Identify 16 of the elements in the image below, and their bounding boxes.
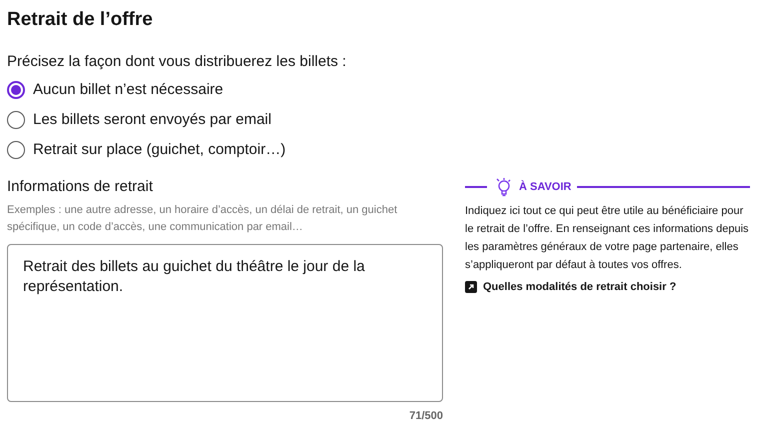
question-label: Précisez la façon dont vous distribuerez les billets : xyxy=(7,52,348,72)
external-link-icon xyxy=(465,281,477,294)
radio-label[interactable]: Les billets seront envoyés par email xyxy=(33,108,272,132)
section-title: Retrait de l’offre xyxy=(7,8,154,32)
radio-label[interactable]: Aucun billet n’est nécessaire xyxy=(33,78,224,102)
text-area[interactable]: Retrait des billets au guichet du théâtre le jour de la représentation. xyxy=(7,244,443,402)
radio-button[interactable] xyxy=(7,81,25,99)
tip-heading: À SAVOIR xyxy=(519,179,572,195)
field-label: Informations de retrait xyxy=(7,177,154,197)
radio-button[interactable] xyxy=(7,141,25,159)
tip-text: Indiquez ici tout ce qui peut être utile au bénéficiaire pour le retrait de l’offre. En renseignant ces informations depuis les paramètres généraux de votre page partenaire, elles s’appliqueront par défaut à toutes vos offres. xyxy=(465,204,750,273)
radio-label[interactable]: Retrait sur place (guichet, comptoir…) xyxy=(33,138,286,162)
help-link[interactable]: Quelles modalités de retrait choisir ? xyxy=(465,279,750,296)
radio-button[interactable] xyxy=(7,111,25,129)
field-description: Exemples : une autre adresse, un horaire d’accès, un délai de retrait, un guichet spécifique, un code d’accès, une communication par email… xyxy=(7,203,398,235)
character-counter: 71/500 xyxy=(409,409,443,424)
